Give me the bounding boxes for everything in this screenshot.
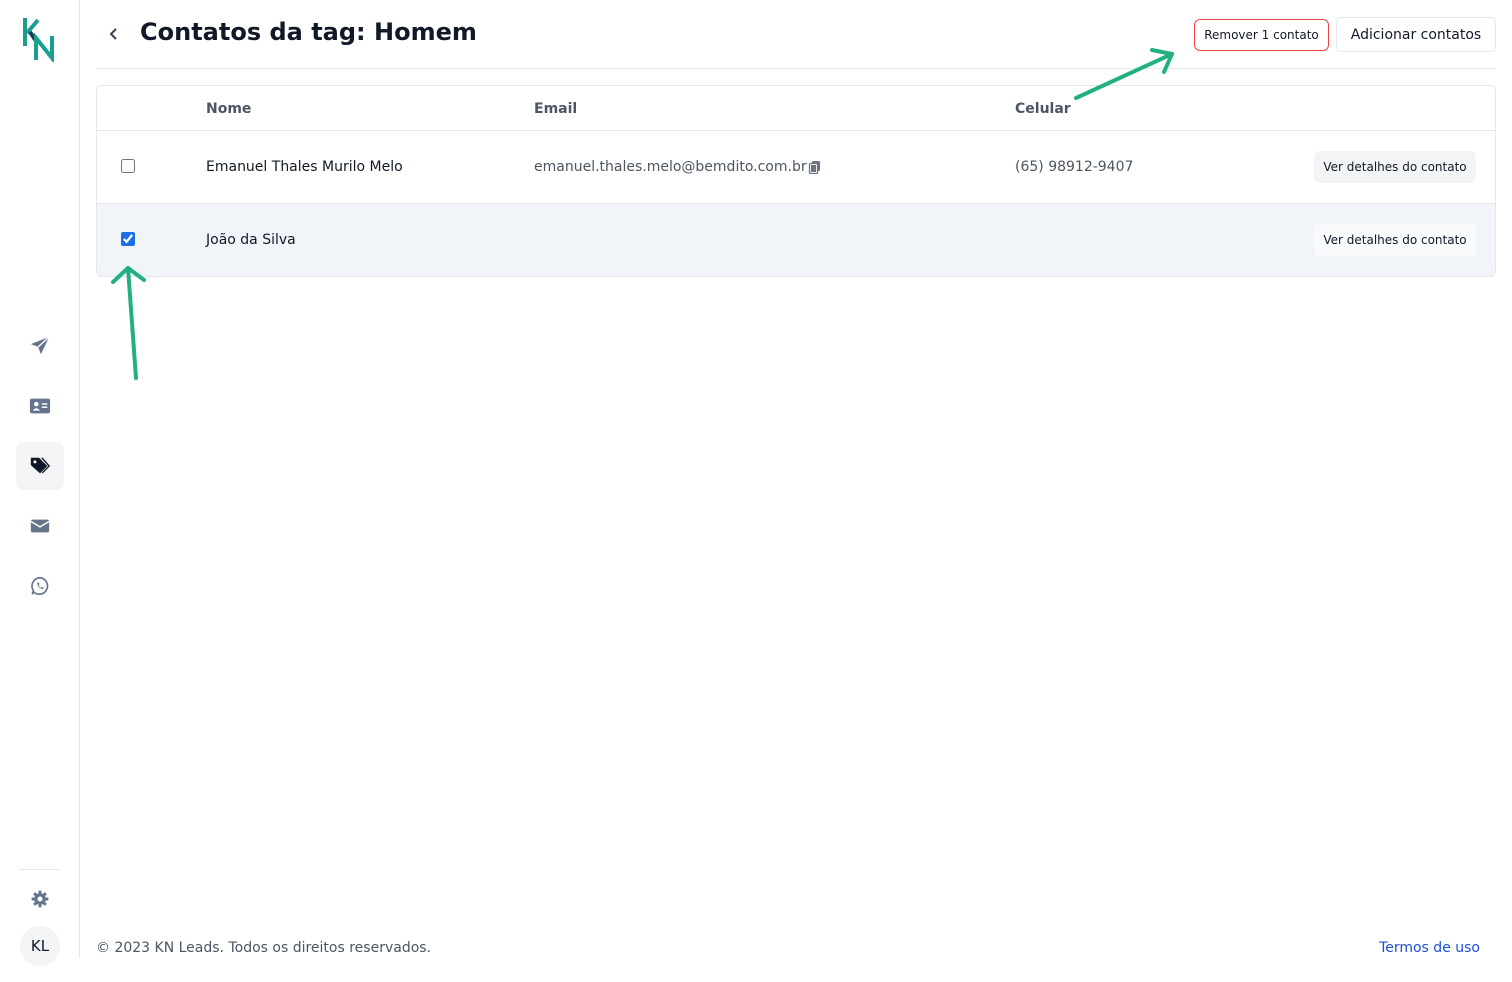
paper-plane-icon xyxy=(30,336,50,355)
copy-icon[interactable] xyxy=(808,160,822,174)
table-row[interactable]: Emanuel Thales Murilo Melo emanuel.thale… xyxy=(97,131,1495,204)
avatar[interactable]: KL xyxy=(20,926,60,966)
remove-contacts-button[interactable]: Remover 1 contato xyxy=(1194,19,1329,51)
column-header-phone[interactable]: Celular xyxy=(1015,101,1071,117)
annotation-arrow-checkbox xyxy=(111,266,146,380)
gear-icon[interactable] xyxy=(30,889,50,909)
view-contact-details-button[interactable]: Ver detalhes do contato xyxy=(1314,224,1476,256)
contact-email: emanuel.thales.melo@bemdito.com.br xyxy=(534,159,807,175)
sidebar-item-tags[interactable] xyxy=(16,442,64,490)
chevron-left-icon xyxy=(109,28,117,40)
table-row[interactable]: João da Silva Ver detalhes do contato xyxy=(97,204,1495,276)
view-contact-details-button[interactable]: Ver detalhes do contato xyxy=(1314,151,1476,183)
row-checkbox[interactable] xyxy=(121,232,135,246)
add-contacts-button[interactable]: Adicionar contatos xyxy=(1336,17,1496,52)
contact-card-icon xyxy=(29,398,51,414)
envelope-icon xyxy=(30,519,50,533)
sidebar-item-whatsapp[interactable] xyxy=(16,562,64,610)
contact-name: Emanuel Thales Murilo Melo xyxy=(206,159,403,175)
sidebar: KL xyxy=(0,0,80,966)
back-button[interactable] xyxy=(104,24,124,44)
sidebar-item-email[interactable] xyxy=(16,502,64,550)
table-header: Nome Email Celular xyxy=(97,86,1495,131)
tags-icon xyxy=(30,457,51,474)
whatsapp-icon xyxy=(31,576,49,596)
contact-phone: (65) 98912-9407 xyxy=(1015,159,1134,175)
sidebar-item-contacts[interactable] xyxy=(16,382,64,430)
contacts-table: Nome Email Celular Emanuel Thales Murilo… xyxy=(96,85,1496,277)
contact-name: João da Silva xyxy=(206,232,296,248)
sidebar-item-campaigns[interactable] xyxy=(16,322,64,370)
column-header-email[interactable]: Email xyxy=(534,101,577,117)
sidebar-divider xyxy=(19,869,60,870)
terms-link[interactable]: Termos de uso xyxy=(1379,940,1480,956)
column-header-name[interactable]: Nome xyxy=(206,101,251,117)
kn-logo[interactable] xyxy=(22,16,58,62)
page-title: Contatos da tag: Homem xyxy=(140,18,477,46)
row-checkbox[interactable] xyxy=(121,159,135,173)
header-divider xyxy=(96,68,1496,69)
footer-copyright: © 2023 KN Leads. Todos os direitos reser… xyxy=(96,940,432,956)
